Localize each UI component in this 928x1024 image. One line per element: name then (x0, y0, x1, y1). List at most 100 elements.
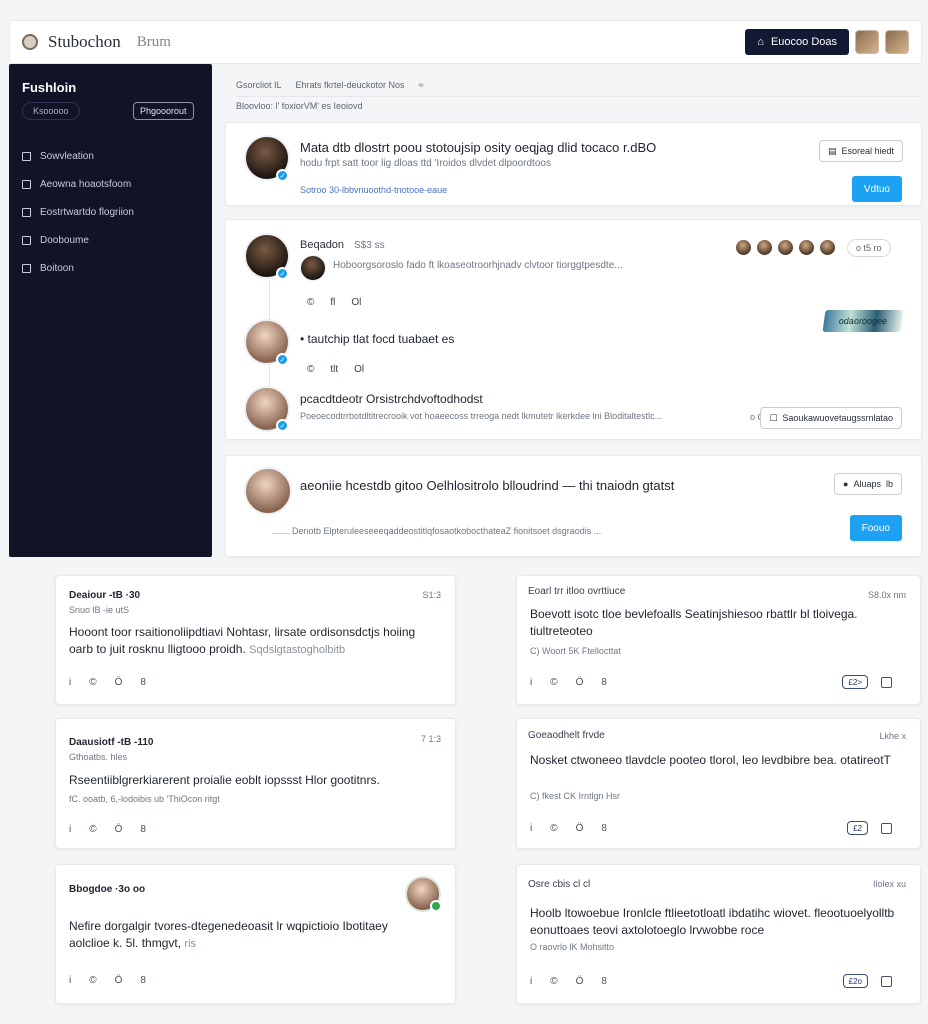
avatar (777, 239, 794, 256)
grid-icon (22, 179, 31, 189)
like-icon[interactable]: © (89, 677, 96, 688)
pin-icon[interactable]: i (69, 677, 71, 688)
grid-card[interactable]: Bbogdoe ·3o oo Nefire dorgalgir tvores-d… (55, 864, 456, 1004)
verified-icon: ✓ (276, 267, 289, 280)
avatar (798, 239, 815, 256)
connector-line (272, 533, 290, 534)
pin-icon[interactable]: i (69, 824, 71, 835)
bookmark-icon[interactable] (881, 823, 892, 834)
breadcrumb: Gsorcliot IL Ehrats fkrtel-deuckotor Nos… (236, 77, 922, 111)
grid-card[interactable]: Daausiotf -tB -110 Gthoatbs. hles 7 1:3 … (55, 718, 456, 849)
participant-avatars[interactable] (735, 239, 836, 256)
share-icon[interactable]: 8 (140, 975, 146, 986)
list-icon: ▤ (827, 145, 837, 156)
reply-count[interactable]: fl (330, 297, 335, 308)
sidebar-filter-pill[interactable]: Ksooooo (22, 102, 80, 120)
card-body-muted: Sqdslgtastogholbitb (249, 644, 346, 656)
post-meta-link[interactable]: Sotroo 30-lbbvnuoothd-tnotooe-eaue (300, 185, 447, 195)
comment-icon[interactable]: Ö (576, 677, 584, 688)
grid-card[interactable]: Goeaodhelt frvde Lkhe x Nosket ctwoneeo … (516, 718, 921, 849)
share-icon[interactable]: 8 (140, 677, 146, 688)
avatar (756, 239, 773, 256)
tag-badge[interactable]: £2 (847, 821, 868, 835)
tag-badge[interactable]: £2o (842, 974, 868, 988)
card-body: Nefire dorgalgir tvores-dtegenedeoasit l… (69, 918, 399, 953)
sidebar-item[interactable]: Boitoon (22, 254, 202, 282)
tag-badge[interactable]: £2> (842, 675, 868, 689)
secondary-button[interactable]: ▤ Esoreal hiedt (818, 140, 903, 162)
media-thumbnail[interactable]: odaoroogee (822, 310, 904, 332)
comment-icon[interactable]: Ö (115, 975, 123, 986)
comment-icon[interactable]: Ö (115, 824, 123, 835)
card-meta: C) fkest CK Irntlgn Hsr (530, 791, 621, 801)
reply-text: • tautchip tlat focd tuabaet es (300, 332, 454, 346)
commenter-avatar[interactable] (300, 255, 326, 281)
verified-icon: ✓ (276, 169, 289, 182)
pin-icon[interactable]: i (530, 823, 532, 834)
card-actions: i © Ö 8 (530, 823, 607, 834)
like-icon[interactable]: © (550, 976, 557, 987)
card-author: Bbogdoe ·3o oo (69, 884, 146, 895)
like-icon[interactable]: © (89, 824, 96, 835)
user-avatar[interactable] (855, 30, 879, 54)
document-icon (22, 263, 31, 273)
share-icon[interactable]: 8 (601, 677, 607, 688)
primary-button[interactable]: Foouo (849, 515, 902, 541)
logo-icon (22, 34, 38, 50)
comment-icon[interactable]: Ö (576, 976, 584, 987)
thread-card: ✓ Beqadon S$3 ss Hoboorgsoroslo fado ft … (225, 219, 922, 440)
card-time: Ilolex xu (872, 879, 906, 889)
bookmark-icon[interactable] (881, 677, 892, 688)
sidebar-item[interactable]: Sowvleation (22, 142, 202, 170)
top-bar: Stubochon Brum ⌂ Euocoo Doas (9, 20, 922, 64)
card-actions: i © Ö 8 (530, 677, 607, 688)
share-icon[interactable]: 8 (601, 823, 607, 834)
like-icon[interactable]: © (550, 677, 557, 688)
share-icon[interactable]: 8 (140, 824, 146, 835)
pin-icon[interactable]: i (69, 975, 71, 986)
filter-button[interactable]: ● Aluaps lb (834, 473, 902, 495)
author-name[interactable]: Beqadon (300, 239, 344, 251)
view-replies-button[interactable]: ☐ Saoukawuovetaugssrnlatao (760, 407, 902, 429)
card-meta: fC. ooatb, 6,-lodoibis ub 'ThiOcon ritgt (69, 794, 220, 804)
card-body: Nosket ctwoneeo tlavdcle pooteo tlorol, … (530, 753, 891, 767)
bookmark-icon[interactable] (881, 976, 892, 987)
like-icon[interactable]: © (307, 364, 314, 375)
primary-button[interactable]: Vdtuo (851, 176, 902, 202)
card-meta: C) Woort 5K Ftellocttat (530, 646, 621, 656)
reply-count[interactable]: tlt (330, 364, 338, 375)
card-time: 7 1:3 (420, 734, 441, 744)
card-time: S1:3 (422, 590, 441, 600)
thread-count-pill[interactable]: o t5 ro (847, 239, 891, 257)
like-icon[interactable]: © (550, 823, 557, 834)
pin-icon[interactable]: i (530, 976, 532, 987)
breadcrumb-item[interactable]: Ehrats fkrtel-deuckotor Nos (296, 80, 405, 90)
sidebar-item[interactable]: Aeowna hoaotsfoom (22, 170, 202, 198)
share-icon[interactable]: Ol (351, 297, 361, 308)
card-author: Deaiour -tB ·30 (69, 590, 141, 601)
comment-icon[interactable]: Ö (576, 823, 584, 834)
grid-card[interactable]: Eoarl trr itloo ovrttiuce S8.0x nm Boevo… (516, 575, 921, 705)
sidebar-action-button[interactable]: Phgooorout (133, 102, 194, 120)
share-icon[interactable]: Ol (354, 364, 364, 375)
divider (236, 96, 922, 97)
grid-card[interactable]: Deaiour -tB ·30 Snuo lB -ie utS S1:3 Hoo… (55, 575, 456, 705)
post-subtitle: Denotb Elpteruleeseeeqaddeostitlqfosaotk… (292, 526, 602, 536)
top-action-button[interactable]: ⌂ Euocoo Doas (745, 29, 849, 55)
filter-suffix: lb (885, 479, 893, 489)
avatar[interactable] (244, 467, 292, 515)
breadcrumb-item[interactable]: Gsorcliot IL (236, 80, 282, 90)
user-avatar-secondary[interactable] (885, 30, 909, 54)
breadcrumb-item[interactable]: ≈ (419, 80, 424, 90)
comment-icon[interactable]: Ö (115, 677, 123, 688)
share-icon[interactable]: 8 (601, 976, 607, 987)
brand[interactable]: Stubochon Brum (22, 32, 171, 52)
sidebar-item[interactable]: Eostrtwartdo flogriion (22, 198, 202, 226)
sidebar-item-label: Dooboume (40, 234, 89, 246)
grid-card[interactable]: Osre cbis cl cl Ilolex xu Hoolb ltowoebu… (516, 864, 921, 1004)
like-icon[interactable]: © (89, 975, 96, 986)
like-icon[interactable]: © (307, 297, 314, 308)
online-status-icon (430, 900, 442, 912)
sidebar-item[interactable]: Dooboume (22, 226, 202, 254)
pin-icon[interactable]: i (530, 677, 532, 688)
